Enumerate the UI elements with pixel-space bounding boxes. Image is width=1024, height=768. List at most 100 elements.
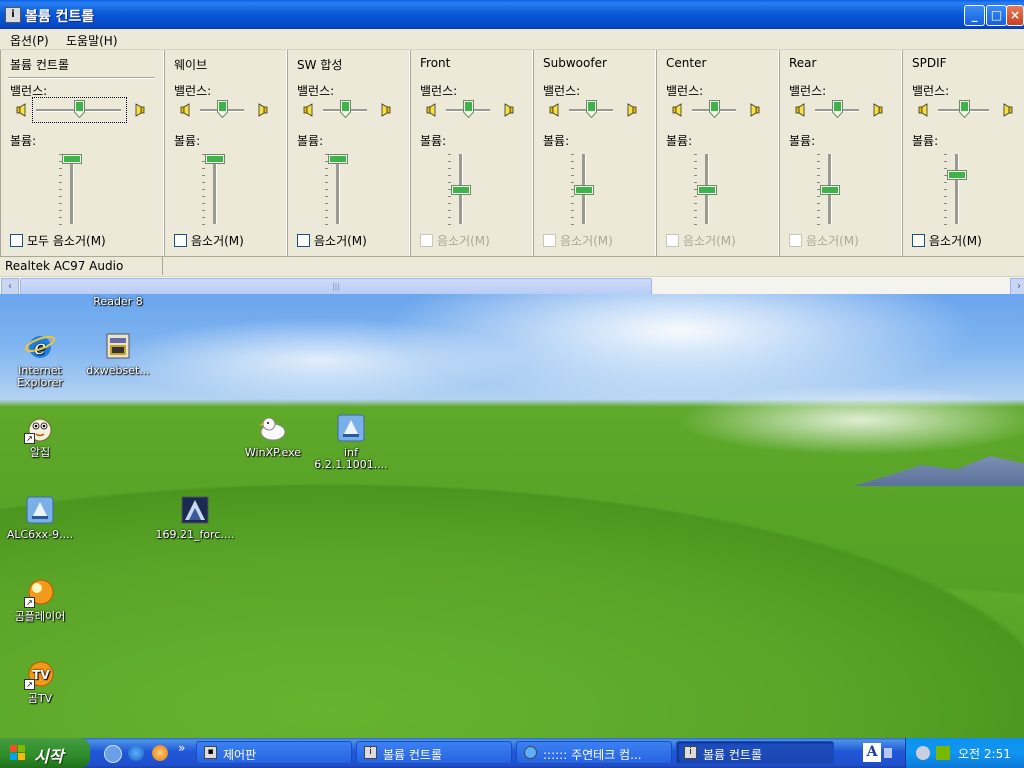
volume-tick bbox=[202, 217, 205, 218]
volume-tick bbox=[944, 203, 947, 204]
mute-checkbox[interactable]: 음소거(M) bbox=[912, 232, 982, 249]
checkbox-box[interactable] bbox=[10, 234, 23, 247]
taskbar-button-volume-control-1[interactable]: i 볼륨 컨트롤 bbox=[356, 741, 512, 764]
device-name: Realtek AC97 Audio bbox=[5, 259, 124, 273]
taskbar-button-volume-control-2[interactable]: i 볼륨 컨트롤 bbox=[676, 741, 834, 764]
balance-slider-thumb[interactable] bbox=[958, 100, 970, 119]
channel-wave: 웨이브 밸런스: 볼륨: 음소거(M) bbox=[164, 50, 287, 256]
shortcut-arrow-icon: ↗ bbox=[24, 597, 35, 608]
mute-label: 모두 음소거(M) bbox=[27, 234, 106, 248]
desktop-icon-nvidia-driver[interactable]: 169.21_forc.... bbox=[155, 494, 235, 541]
volume-tick bbox=[571, 168, 574, 169]
minimize-button[interactable]: _ bbox=[964, 5, 985, 26]
mute-checkbox[interactable]: 음소거(M) bbox=[174, 232, 244, 249]
balance-slider-thumb[interactable] bbox=[340, 100, 351, 119]
volume-slider-thumb[interactable] bbox=[205, 153, 225, 164]
scroll-left-button[interactable]: ‹ bbox=[1, 278, 19, 294]
installer-icon bbox=[102, 330, 134, 362]
checkbox-box[interactable] bbox=[174, 234, 187, 247]
volume-slider-thumb[interactable] bbox=[947, 169, 967, 180]
balance-slider-thumb[interactable] bbox=[832, 100, 843, 119]
quicklaunch-more-chevron[interactable]: » bbox=[178, 741, 185, 755]
mute-checkbox[interactable]: 음소거(M) bbox=[297, 232, 367, 249]
horizontal-scrollbar[interactable]: ‹ ||| › bbox=[0, 276, 1024, 294]
volume-label: 볼륨: bbox=[420, 134, 447, 148]
close-button[interactable]: × bbox=[1006, 5, 1024, 26]
input-language-icon[interactable]: A bbox=[863, 743, 881, 762]
desktop-icon-winxp-exe[interactable]: WinXP.exe bbox=[233, 412, 313, 459]
checkbox-box bbox=[420, 234, 433, 247]
volume-label: 볼륨: bbox=[174, 134, 201, 148]
volume-slider-track[interactable] bbox=[70, 154, 74, 224]
desktop-icon-reader[interactable]: Reader 8 bbox=[78, 296, 158, 308]
desktop-icon-label: 알집 bbox=[29, 446, 51, 459]
volume-tick bbox=[694, 161, 697, 162]
speaker-left-icon bbox=[180, 103, 190, 117]
mute-checkbox: 음소거(M) bbox=[420, 232, 490, 249]
quicklaunch-internet-explorer-icon[interactable] bbox=[128, 745, 144, 761]
volume-label: 볼륨: bbox=[789, 134, 816, 148]
task-label: 볼륨 컨트롤 bbox=[703, 748, 763, 762]
quicklaunch-desktop-icon[interactable] bbox=[104, 745, 122, 763]
volume-slider-thumb[interactable] bbox=[697, 184, 717, 195]
speaker-app-icon[interactable]: i bbox=[5, 7, 21, 23]
volume-label: 볼륨: bbox=[543, 134, 570, 148]
start-button[interactable]: 시작 bbox=[0, 738, 90, 768]
checkbox-box[interactable] bbox=[297, 234, 310, 247]
desktop-icon-gom-player[interactable]: ↗ 곰플레이어 bbox=[0, 576, 80, 623]
volume-slider-thumb[interactable] bbox=[574, 184, 594, 195]
speaker-right-icon bbox=[1001, 103, 1013, 117]
mute-checkbox[interactable]: 모두 음소거(M) bbox=[10, 232, 106, 249]
balance-label: 밸런스: bbox=[543, 84, 581, 98]
balance-slider-thumb[interactable] bbox=[217, 100, 228, 119]
scroll-thumb[interactable]: ||| bbox=[20, 278, 652, 294]
mute-label: 음소거(M) bbox=[437, 234, 490, 248]
volume-slider-track[interactable] bbox=[213, 154, 217, 224]
mute-label: 음소거(M) bbox=[929, 234, 982, 248]
quicklaunch-gom-player-icon[interactable] bbox=[152, 745, 168, 761]
volume-tick bbox=[817, 154, 820, 155]
balance-slider-thumb[interactable] bbox=[586, 100, 597, 119]
balance-slider-thumb[interactable] bbox=[709, 100, 720, 119]
language-bar[interactable]: A bbox=[860, 742, 894, 764]
volume-slider-track[interactable] bbox=[955, 154, 959, 224]
balance-slider-thumb[interactable] bbox=[463, 100, 474, 119]
volume-tick bbox=[448, 224, 451, 225]
volume-label: 볼륨: bbox=[666, 134, 693, 148]
volume-slider-thumb[interactable] bbox=[451, 184, 471, 195]
taskbar-button-browser[interactable]: :::::: 주연테크 컴... bbox=[516, 741, 672, 764]
volume-tick bbox=[325, 196, 328, 197]
volume-tick bbox=[325, 203, 328, 204]
volume-slider-track[interactable] bbox=[336, 154, 340, 224]
channel-name: 볼륨 컨트롤 bbox=[10, 58, 70, 72]
volume-tick bbox=[694, 217, 697, 218]
desktop-icon-dxwebset[interactable]: dxwebset... bbox=[78, 330, 158, 377]
desktop-icon-alzip[interactable]: ↗ 알집 bbox=[0, 412, 80, 459]
volume-tick bbox=[59, 210, 62, 211]
scroll-right-button[interactable]: › bbox=[1010, 278, 1024, 294]
volume-tick bbox=[202, 210, 205, 211]
menu-options[interactable]: 옵션(P) bbox=[10, 32, 49, 49]
ime-mode-icon[interactable] bbox=[884, 748, 892, 758]
title-bar[interactable]: i 볼륨 컨트롤 _ □ × bbox=[0, 0, 1024, 29]
volume-tick bbox=[448, 168, 451, 169]
channel-name: Front bbox=[420, 56, 451, 70]
volume-tick bbox=[202, 203, 205, 204]
volume-slider-thumb[interactable] bbox=[62, 153, 82, 164]
desktop-icon-internet-explorer[interactable]: e Internet Explorer bbox=[0, 330, 80, 389]
checkbox-box[interactable] bbox=[912, 234, 925, 247]
volume-tick bbox=[448, 203, 451, 204]
tray-clock[interactable]: 오전 2:51 bbox=[958, 745, 1011, 762]
tray-nvidia-icon[interactable] bbox=[936, 746, 950, 760]
desktop-icon-gom-tv[interactable]: TV ↗ 곰TV bbox=[0, 658, 80, 705]
maximize-button[interactable]: □ bbox=[986, 5, 1007, 26]
volume-slider-thumb[interactable] bbox=[820, 184, 840, 195]
desktop-icon-inf[interactable]: inf 6.2.1.1001.... bbox=[311, 412, 391, 471]
tray-speaker-icon[interactable] bbox=[916, 746, 930, 760]
taskbar-button-control-panel[interactable]: ▪ 제어판 bbox=[196, 741, 352, 764]
desktop-icon-alc6xx[interactable]: ALC6xx-9.... bbox=[0, 494, 80, 541]
menu-help[interactable]: 도움말(H) bbox=[66, 32, 118, 49]
volume-slider-thumb[interactable] bbox=[328, 153, 348, 164]
volume-tick bbox=[59, 203, 62, 204]
speaker-right-icon bbox=[502, 103, 514, 117]
